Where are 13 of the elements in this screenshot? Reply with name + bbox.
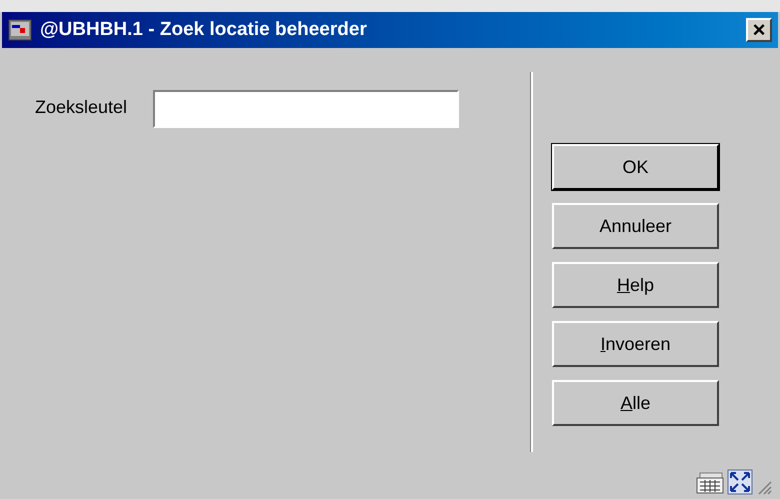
dialog-button[interactable]: Alle bbox=[552, 380, 719, 426]
keyboard-icon[interactable] bbox=[696, 471, 724, 495]
dialog-button[interactable]: Help bbox=[552, 262, 719, 308]
input-field[interactable] bbox=[153, 90, 460, 128]
dialog-button[interactable]: OK bbox=[552, 144, 719, 190]
resize-grip-icon[interactable] bbox=[756, 479, 772, 495]
field-label: Zoeksleutel bbox=[35, 96, 128, 119]
window-title: @UBHBH.1 - Zoek locatie beheerder bbox=[40, 18, 368, 42]
expand-icon[interactable] bbox=[727, 469, 753, 495]
dialog-button[interactable]: Annuleer bbox=[552, 203, 719, 249]
window-icon bbox=[8, 19, 32, 41]
close-button[interactable]: × bbox=[746, 18, 772, 42]
dialog-button[interactable]: Invoeren bbox=[552, 321, 719, 367]
